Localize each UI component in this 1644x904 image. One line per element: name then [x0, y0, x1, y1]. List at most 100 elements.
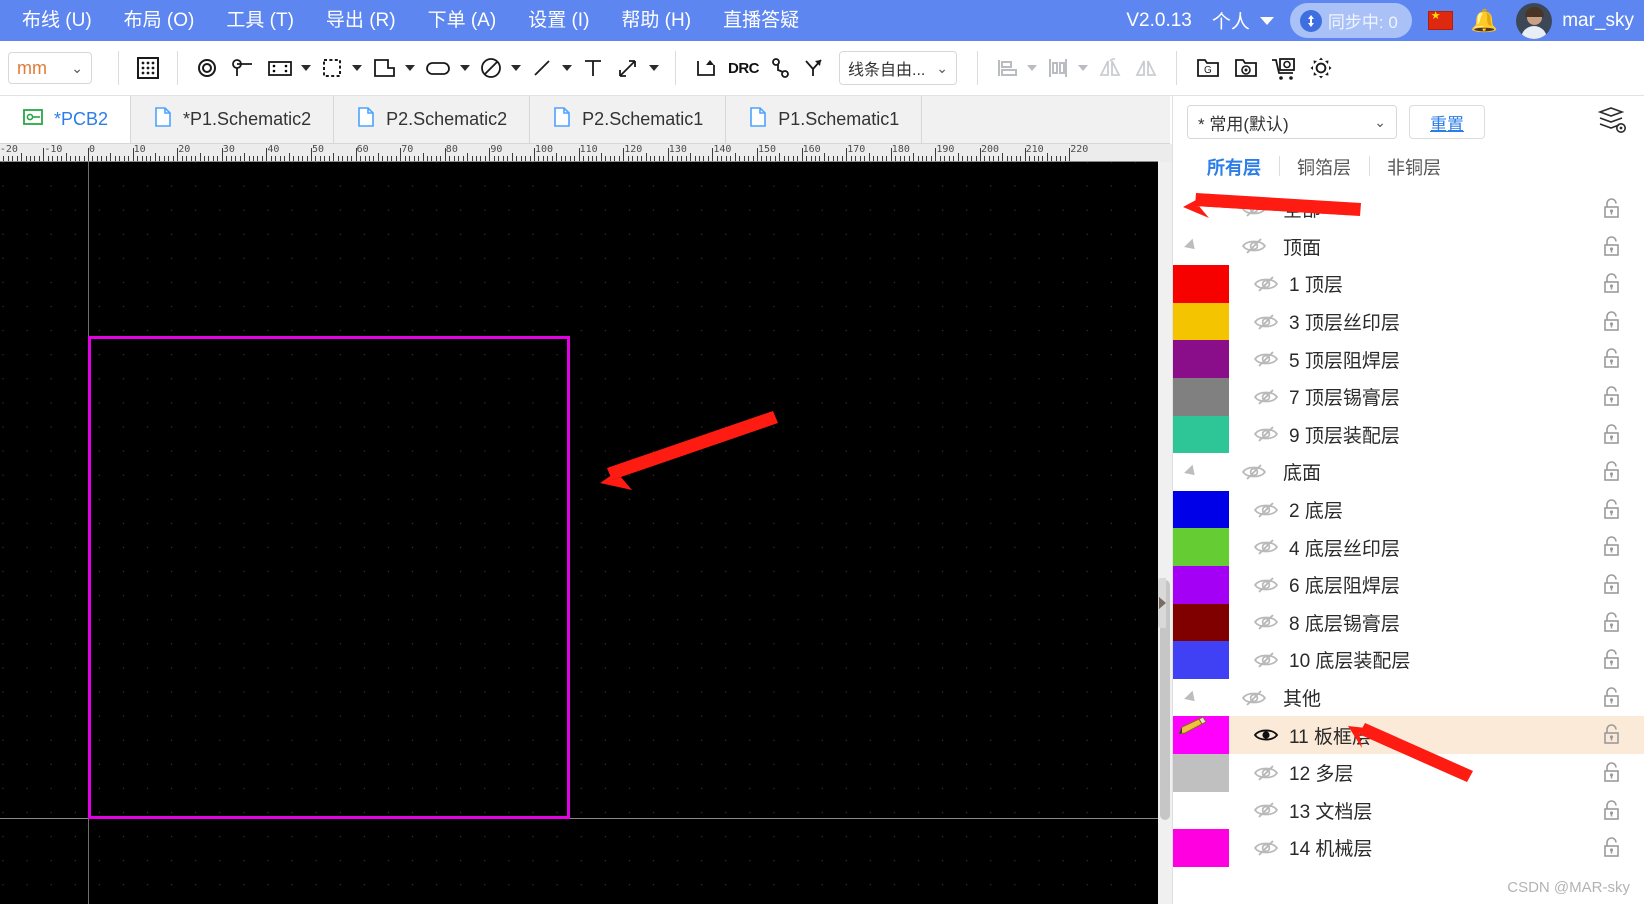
- panel-splitter-handle[interactable]: [1158, 578, 1166, 628]
- chevron-down-icon[interactable]: [1027, 65, 1037, 71]
- grid-icon[interactable]: [131, 49, 165, 87]
- gerber-export-icon[interactable]: G: [1189, 49, 1227, 87]
- layer-preset-select[interactable]: * 常用(默认) ⌄: [1187, 105, 1397, 139]
- layer-row[interactable]: 3 顶层丝印层: [1173, 302, 1644, 341]
- lock-icon[interactable]: [1601, 197, 1623, 226]
- unit-select[interactable]: mm ⌄: [8, 52, 92, 84]
- menu-order[interactable]: 下单 (A): [412, 0, 513, 41]
- gear-icon[interactable]: [1303, 49, 1339, 87]
- layer-row[interactable]: 13 文档层: [1173, 791, 1644, 830]
- order-cart-icon[interactable]: [1265, 49, 1303, 87]
- layer-color-swatch[interactable]: [1173, 228, 1229, 266]
- place-in-board-icon[interactable]: [688, 49, 724, 87]
- lock-icon[interactable]: [1601, 385, 1623, 414]
- avatar[interactable]: [1516, 2, 1553, 39]
- fanout-icon[interactable]: [797, 49, 831, 87]
- dimension-icon[interactable]: [610, 49, 646, 87]
- net-trace-icon[interactable]: [763, 49, 797, 87]
- drc-button[interactable]: DRC: [724, 49, 763, 87]
- menu-tools[interactable]: 工具 (T): [210, 0, 310, 41]
- eye-hidden-icon[interactable]: [1231, 199, 1277, 219]
- lock-icon[interactable]: [1601, 836, 1623, 865]
- lock-icon[interactable]: [1601, 498, 1623, 527]
- eye-hidden-icon[interactable]: [1243, 537, 1289, 557]
- menu-live-qa[interactable]: 直播答疑: [707, 0, 815, 41]
- layer-row[interactable]: 2 底层: [1173, 490, 1644, 529]
- text-icon[interactable]: [576, 49, 610, 87]
- tab-all-layers[interactable]: 所有层: [1189, 154, 1279, 180]
- layer-color-swatch[interactable]: [1173, 829, 1229, 867]
- tab-p2-schematic1[interactable]: P2.Schematic1: [530, 96, 727, 143]
- line-icon[interactable]: [525, 49, 559, 87]
- lock-icon[interactable]: [1601, 235, 1623, 264]
- reset-button[interactable]: 重置: [1409, 105, 1485, 139]
- menu-help[interactable]: 帮助 (H): [605, 0, 707, 41]
- layer-color-swatch[interactable]: [1173, 340, 1229, 378]
- layer-color-swatch[interactable]: [1173, 377, 1229, 416]
- layer-row[interactable]: 7 顶层锡膏层: [1173, 377, 1644, 416]
- chevron-down-icon[interactable]: [301, 65, 311, 71]
- layer-color-swatch[interactable]: [1173, 679, 1229, 717]
- chevron-down-icon[interactable]: [562, 65, 572, 71]
- layer-row[interactable]: 其他: [1173, 679, 1644, 717]
- layer-settings-icon[interactable]: [1596, 105, 1628, 140]
- eye-hidden-icon[interactable]: [1243, 349, 1289, 369]
- eye-visible-icon[interactable]: [1243, 725, 1289, 745]
- tab-copper-layers[interactable]: 铜箔层: [1279, 154, 1369, 180]
- layer-color-swatch[interactable]: [1173, 453, 1229, 491]
- lock-icon[interactable]: [1601, 723, 1623, 752]
- copper-region-icon[interactable]: [315, 49, 349, 87]
- layer-color-swatch[interactable]: [1173, 302, 1229, 341]
- layer-color-swatch[interactable]: [1173, 753, 1229, 792]
- eye-hidden-icon[interactable]: [1243, 274, 1289, 294]
- eye-hidden-icon[interactable]: [1243, 612, 1289, 632]
- eye-hidden-icon[interactable]: [1243, 650, 1289, 670]
- drill-export-icon[interactable]: [1227, 49, 1265, 87]
- chevron-down-icon[interactable]: [511, 65, 521, 71]
- layer-row[interactable]: 1 顶层: [1173, 265, 1644, 303]
- layer-color-swatch[interactable]: [1173, 641, 1229, 679]
- layer-color-swatch[interactable]: [1173, 528, 1229, 566]
- lock-icon[interactable]: [1601, 799, 1623, 828]
- lock-icon[interactable]: [1601, 573, 1623, 602]
- horizontal-ruler[interactable]: -20 -10 0 10 20 30 40 50 60 70 80 90 100 110 120 130 140…: [0, 144, 1158, 162]
- line-mode-select[interactable]: 线条自由... ⌄: [839, 51, 957, 85]
- layer-row[interactable]: 5 顶层阻焊层: [1173, 340, 1644, 378]
- account-type-label[interactable]: 个人: [1212, 7, 1250, 34]
- layer-color-swatch[interactable]: [1173, 490, 1229, 529]
- tab-overflow-area[interactable]: [1148, 96, 1170, 144]
- chevron-down-icon[interactable]: [405, 65, 415, 71]
- eye-hidden-icon[interactable]: [1243, 763, 1289, 783]
- eye-hidden-icon[interactable]: [1231, 688, 1277, 708]
- distribute-icon[interactable]: [1041, 49, 1075, 87]
- pin-icon[interactable]: [224, 49, 262, 87]
- lock-icon[interactable]: [1601, 272, 1623, 301]
- layer-row[interactable]: 11 板框层: [1173, 716, 1644, 754]
- menu-layout[interactable]: 布局 (O): [108, 0, 211, 41]
- bell-icon[interactable]: 🔔: [1471, 8, 1498, 34]
- layer-color-swatch[interactable]: [1173, 190, 1229, 228]
- layer-color-swatch[interactable]: [1173, 791, 1229, 830]
- lock-icon[interactable]: [1601, 535, 1623, 564]
- no-entry-icon[interactable]: [474, 49, 508, 87]
- chevron-down-icon[interactable]: [1078, 65, 1088, 71]
- eye-hidden-icon[interactable]: [1243, 838, 1289, 858]
- flag-china-icon[interactable]: [1427, 9, 1453, 30]
- tab-p1-schematic1[interactable]: P1.Schematic1: [726, 96, 923, 143]
- layer-row[interactable]: 底面: [1173, 453, 1644, 491]
- layer-color-swatch[interactable]: [1173, 415, 1229, 454]
- tab-noncopper-layers[interactable]: 非铜层: [1369, 154, 1459, 180]
- lock-icon[interactable]: [1601, 460, 1623, 489]
- layer-row[interactable]: 10 底层装配层: [1173, 641, 1644, 679]
- layer-row[interactable]: 8 底层锡膏层: [1173, 603, 1644, 642]
- via-pad-icon[interactable]: [190, 49, 224, 87]
- polygon-icon[interactable]: [366, 49, 402, 87]
- layer-row[interactable]: 14 机械层: [1173, 829, 1644, 867]
- tab-pcb2[interactable]: *PCB2: [0, 96, 132, 143]
- sync-status-pill[interactable]: 同步中: 0: [1289, 3, 1412, 38]
- layer-row[interactable]: 12 多层: [1173, 753, 1644, 792]
- layer-row[interactable]: 顶面: [1173, 228, 1644, 266]
- chevron-down-icon[interactable]: [649, 65, 659, 71]
- lock-icon[interactable]: [1601, 648, 1623, 677]
- layer-color-swatch[interactable]: [1173, 716, 1229, 754]
